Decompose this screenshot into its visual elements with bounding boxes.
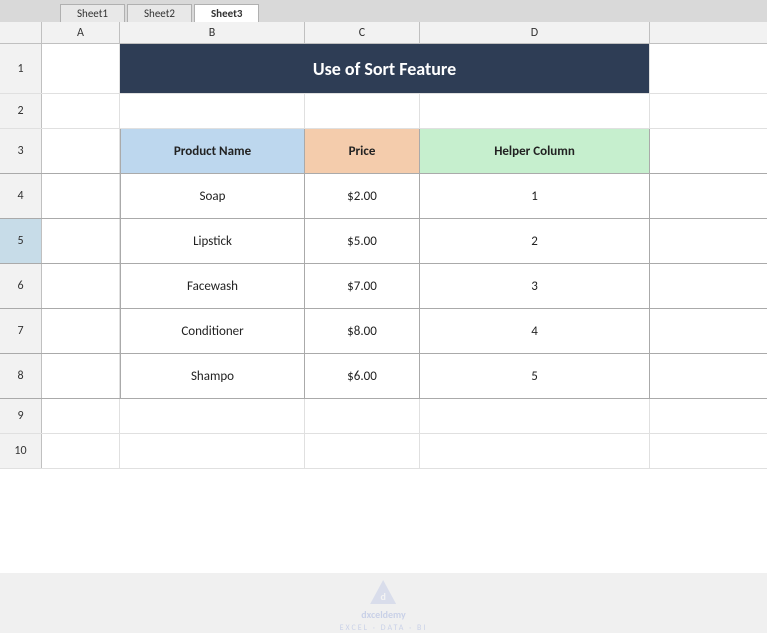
header-helper: Helper Column xyxy=(420,129,650,173)
price-header-label: Price xyxy=(349,144,376,159)
cell-d5[interactable]: 2 xyxy=(420,219,650,263)
cell-a9[interactable] xyxy=(42,399,120,433)
row-7: 7 Conditioner $8.00 4 xyxy=(0,309,767,354)
product-0: Soap xyxy=(200,189,226,204)
col-header-a: A xyxy=(42,22,120,43)
title-cell: Use of Sort Feature xyxy=(120,44,650,93)
header-price: Price xyxy=(305,129,420,173)
cell-c6[interactable]: $7.00 xyxy=(305,264,420,308)
price-3: $8.00 xyxy=(347,324,377,339)
helper-3: 4 xyxy=(531,324,538,339)
watermark: d dxceldemy EXCEL · DATA · BI xyxy=(340,578,428,633)
cell-c7[interactable]: $8.00 xyxy=(305,309,420,353)
cell-c8[interactable]: $6.00 xyxy=(305,354,420,398)
header-product: Product Name xyxy=(120,129,305,173)
tab-bar: Sheet1 Sheet2 Sheet3 xyxy=(0,0,767,22)
row-6: 6 Facewash $7.00 3 xyxy=(0,264,767,309)
row-num-4: 4 xyxy=(0,174,42,218)
cell-d6[interactable]: 3 xyxy=(420,264,650,308)
row-num-2: 2 xyxy=(0,94,42,128)
spreadsheet-wrapper: Sheet1 Sheet2 Sheet3 A B C D 1 Use of So… xyxy=(0,0,767,573)
row-num-10: 10 xyxy=(0,434,42,468)
col-header-c: C xyxy=(305,22,420,43)
helper-0: 1 xyxy=(531,189,538,204)
row-num-5: 5 xyxy=(0,219,42,263)
row-10: 10 xyxy=(0,434,767,469)
row-num-6: 6 xyxy=(0,264,42,308)
cell-b9[interactable] xyxy=(120,399,305,433)
price-1: $5.00 xyxy=(347,234,377,249)
cell-c10[interactable] xyxy=(305,434,420,468)
row-4: 4 Soap $2.00 1 xyxy=(0,174,767,219)
price-2: $7.00 xyxy=(347,279,377,294)
row-num-3: 3 xyxy=(0,129,42,173)
row-5: 5 Lipstick $5.00 2 xyxy=(0,219,767,264)
cell-a5[interactable] xyxy=(42,219,120,263)
corner-header xyxy=(0,22,42,43)
spreadsheet-title: Use of Sort Feature xyxy=(313,58,456,80)
row-num-1: 1 xyxy=(0,44,42,93)
cell-c5[interactable]: $5.00 xyxy=(305,219,420,263)
tab-sheet1[interactable]: Sheet1 xyxy=(60,4,125,22)
cell-a2[interactable] xyxy=(42,94,120,128)
row-num-8: 8 xyxy=(0,354,42,398)
row-num-9: 9 xyxy=(0,399,42,433)
row-3-header: 3 Product Name Price Helper Column xyxy=(0,129,767,174)
helper-4: 5 xyxy=(531,369,538,384)
cell-d8[interactable]: 5 xyxy=(420,354,650,398)
price-4: $6.00 xyxy=(347,369,377,384)
spreadsheet: A B C D 1 Use of Sort Feature 2 xyxy=(0,22,767,573)
product-3: Conditioner xyxy=(181,324,243,339)
tab-sheet2[interactable]: Sheet2 xyxy=(127,4,192,22)
col-header-b: B xyxy=(120,22,305,43)
cell-a4[interactable] xyxy=(42,174,120,218)
cell-c4[interactable]: $2.00 xyxy=(305,174,420,218)
cell-a1[interactable] xyxy=(42,44,120,93)
cell-b8[interactable]: Shampo xyxy=(120,354,305,398)
cell-b6[interactable]: Facewash xyxy=(120,264,305,308)
cell-d10[interactable] xyxy=(420,434,650,468)
product-4: Shampo xyxy=(191,369,234,384)
cell-a10[interactable] xyxy=(42,434,120,468)
row-8: 8 Shampo $6.00 5 xyxy=(0,354,767,399)
row-9: 9 xyxy=(0,399,767,434)
cell-c9[interactable] xyxy=(305,399,420,433)
cell-d4[interactable]: 1 xyxy=(420,174,650,218)
product-header-label: Product Name xyxy=(174,144,251,159)
product-2: Facewash xyxy=(187,279,238,294)
row-1: 1 Use of Sort Feature xyxy=(0,44,767,94)
svg-text:d: d xyxy=(381,590,386,603)
helper-header-label: Helper Column xyxy=(494,144,575,159)
cell-b7[interactable]: Conditioner xyxy=(120,309,305,353)
cell-b2[interactable] xyxy=(120,94,305,128)
watermark-line2: EXCEL · DATA · BI xyxy=(340,623,428,633)
cell-b4[interactable]: Soap xyxy=(120,174,305,218)
grid: 1 Use of Sort Feature 2 3 Product Name xyxy=(0,44,767,573)
cell-b5[interactable]: Lipstick xyxy=(120,219,305,263)
cell-a3[interactable] xyxy=(42,129,120,173)
watermark-line1: dxceldemy xyxy=(361,608,406,621)
tab-sheet3[interactable]: Sheet3 xyxy=(194,4,260,22)
cell-c2[interactable] xyxy=(305,94,420,128)
cell-a8[interactable] xyxy=(42,354,120,398)
col-header-d: D xyxy=(420,22,650,43)
price-0: $2.00 xyxy=(347,189,377,204)
cell-d9[interactable] xyxy=(420,399,650,433)
cell-d7[interactable]: 4 xyxy=(420,309,650,353)
row-num-7: 7 xyxy=(0,309,42,353)
cell-a6[interactable] xyxy=(42,264,120,308)
product-1: Lipstick xyxy=(193,234,232,249)
cell-a7[interactable] xyxy=(42,309,120,353)
cell-d2[interactable] xyxy=(420,94,650,128)
row-2: 2 xyxy=(0,94,767,129)
helper-1: 2 xyxy=(531,234,538,249)
cell-b10[interactable] xyxy=(120,434,305,468)
helper-2: 3 xyxy=(531,279,538,294)
column-headers: A B C D xyxy=(0,22,767,44)
